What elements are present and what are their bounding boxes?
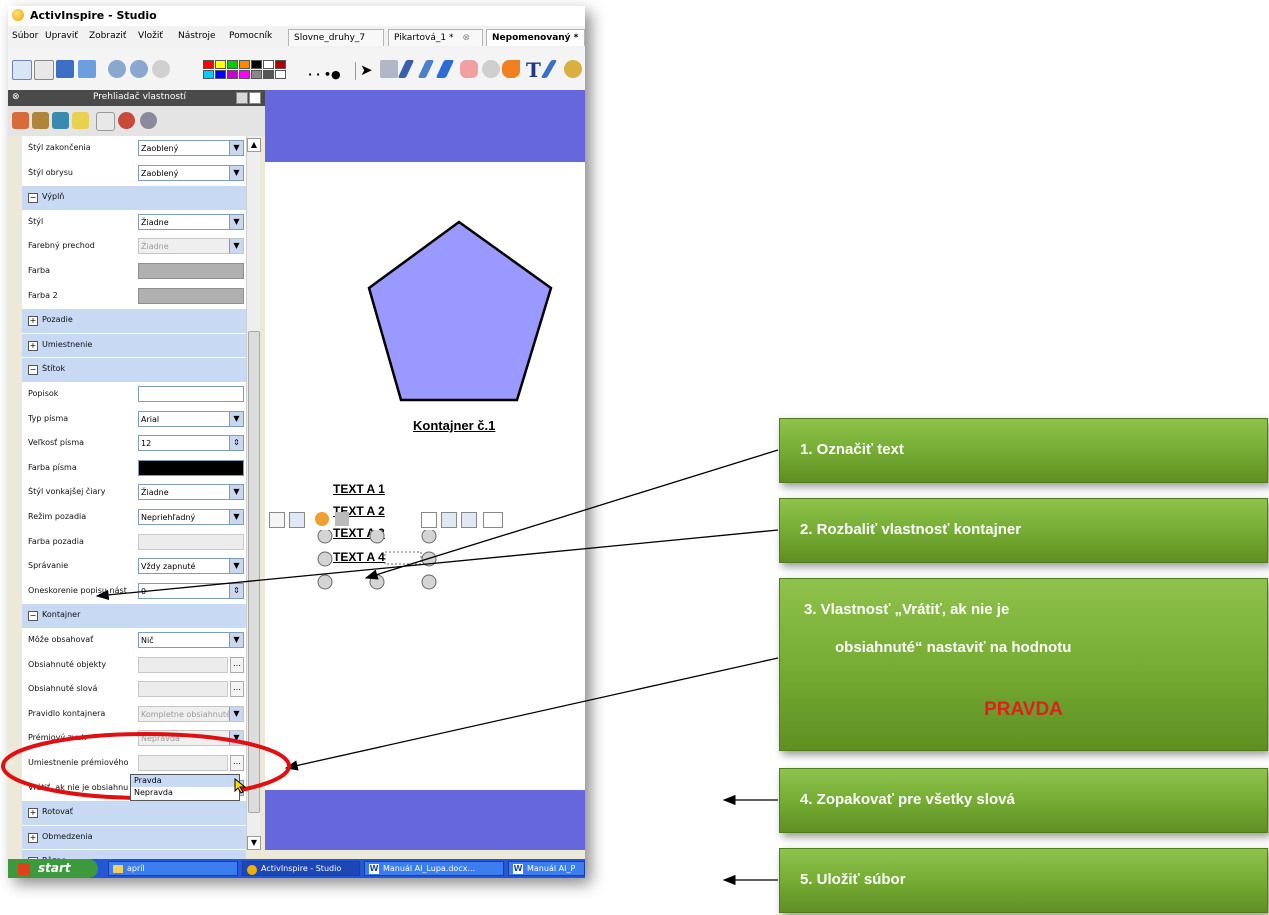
mouse-cursor-icon bbox=[234, 778, 247, 794]
dropdown-list[interactable]: Pravda Nepravda bbox=[130, 774, 240, 801]
arrow-step-2 bbox=[95, 529, 779, 601]
dropdown-option-nepravda[interactable]: Nepravda bbox=[131, 787, 239, 799]
dropdown-option-pravda[interactable]: Pravda bbox=[131, 775, 239, 787]
arrow-step-3 bbox=[284, 657, 779, 771]
arrow-step-1 bbox=[364, 449, 779, 580]
